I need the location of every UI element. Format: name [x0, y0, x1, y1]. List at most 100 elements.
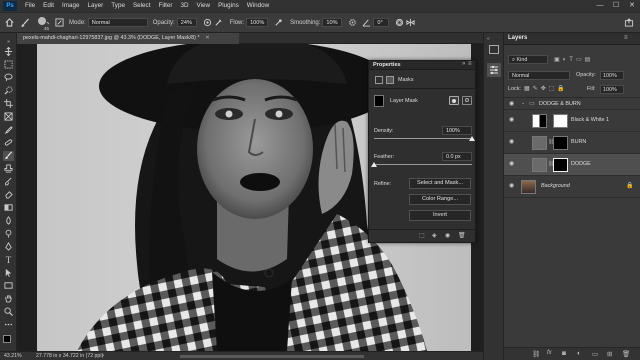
fill-input[interactable]: 100% [600, 85, 624, 94]
layer-row-selected[interactable]: ◉ ⛓ DODGE [504, 154, 640, 176]
zoom-level[interactable]: 43.21% [4, 352, 22, 360]
load-selection-icon[interactable]: ⬚ [419, 232, 425, 239]
menu-select[interactable]: Select [129, 0, 155, 12]
invert-button[interactable]: Invert [409, 210, 471, 221]
opacity-input[interactable]: 24% [176, 18, 197, 27]
layer-row[interactable]: ◉ Black & White 1 [504, 110, 640, 132]
layers-tab[interactable]: Layers [508, 35, 527, 41]
crop-tool-icon[interactable] [3, 99, 14, 109]
path-selection-tool-icon[interactable] [3, 268, 14, 278]
feather-slider-track[interactable] [374, 164, 472, 165]
expand-panels-icon[interactable]: « [487, 36, 490, 42]
menu-image[interactable]: Image [58, 0, 84, 12]
status-menu-icon[interactable]: › [102, 352, 104, 360]
menu-3d[interactable]: 3D [176, 0, 192, 12]
menu-plugins[interactable]: Plugins [214, 0, 243, 12]
frame-tool-icon[interactable] [3, 112, 14, 122]
lasso-tool-icon[interactable] [3, 73, 14, 83]
brush-angle[interactable]: 0° [362, 18, 390, 27]
clone-stamp-tool-icon[interactable] [3, 164, 14, 174]
mode-select[interactable]: Normal [87, 18, 148, 27]
rectangle-tool-icon[interactable] [3, 281, 14, 291]
horizontal-scrollbar[interactable] [180, 355, 364, 358]
link-layers-icon[interactable]: ⛓ [532, 350, 540, 358]
layer-group-row[interactable]: ◉ ⌄ ▭ DODGE & BURN [504, 98, 640, 110]
visibility-eye-icon[interactable]: ◉ [509, 183, 517, 189]
menu-file[interactable]: File [21, 0, 39, 12]
density-slider-thumb[interactable] [469, 136, 475, 141]
flow-input[interactable]: 100% [246, 18, 269, 27]
blur-tool-icon[interactable] [3, 216, 14, 226]
layer-row[interactable]: ◉ Background 🔒 [504, 176, 640, 198]
minimize-button[interactable]: — [592, 0, 608, 12]
layer-mask-thumbnail[interactable] [374, 95, 384, 107]
menu-view[interactable]: View [193, 0, 215, 12]
delete-mask-icon[interactable]: 🗑 [458, 232, 466, 239]
close-button[interactable]: ✕ [624, 0, 640, 12]
add-vector-mask-icon[interactable] [462, 96, 472, 105]
layer-row[interactable]: ◉ ⛓ BURN [504, 132, 640, 154]
pressure-opacity-icon[interactable] [202, 17, 213, 28]
fx-icon[interactable]: fx [547, 350, 552, 356]
airbrush-icon[interactable] [213, 17, 224, 28]
visibility-eye-icon[interactable]: ◉ [509, 101, 517, 107]
panel-menu-icon[interactable]: ≡ [468, 61, 472, 67]
lock-icons[interactable]: ▦✎✥⬚🔒 [524, 85, 568, 92]
visibility-eye-icon[interactable]: ◉ [509, 139, 517, 145]
apply-mask-icon[interactable]: ◈ [432, 232, 437, 239]
brush-settings-icon[interactable] [54, 17, 65, 28]
symmetry-icon[interactable] [405, 17, 416, 28]
zoom-tool-icon[interactable] [3, 307, 14, 317]
menu-edit[interactable]: Edit [39, 0, 58, 12]
visibility-eye-icon[interactable]: ◉ [509, 161, 517, 167]
healing-brush-tool-icon[interactable] [3, 138, 14, 148]
smoothing-input[interactable]: 10% [322, 18, 343, 27]
filter-kind-select[interactable]: ⌕ Kind [508, 55, 548, 64]
new-layer-icon[interactable]: ⊞ [607, 350, 612, 358]
close-tab-icon[interactable]: ✕ [205, 35, 210, 41]
menu-layer[interactable]: Layer [84, 0, 108, 12]
menu-filter[interactable]: Filter [154, 0, 176, 12]
home-icon[interactable] [4, 17, 15, 28]
eyedropper-tool-icon[interactable] [3, 125, 14, 135]
hand-tool-icon[interactable] [3, 294, 14, 304]
new-group-icon[interactable]: ▭ [592, 350, 598, 358]
add-pixel-mask-icon[interactable] [449, 96, 459, 105]
chevron-down-icon[interactable]: ⌄ [521, 100, 525, 106]
airbrush-toggle-icon[interactable] [273, 17, 284, 28]
history-panel-icon[interactable] [489, 45, 499, 54]
brush-tool-active-icon[interactable] [3, 151, 14, 161]
panel-menu-icon[interactable]: ≡ [624, 35, 628, 41]
smoothing-options-gear-icon[interactable] [347, 17, 358, 28]
brush-tool-icon[interactable] [19, 17, 30, 28]
brush-preset-picker[interactable]: 45 [36, 15, 50, 31]
quick-selection-tool-icon[interactable] [3, 86, 14, 96]
visibility-eye-icon[interactable]: ◉ [509, 117, 517, 123]
density-input[interactable]: 100% [442, 126, 472, 135]
feather-slider-thumb[interactable] [371, 162, 377, 167]
history-brush-tool-icon[interactable] [3, 177, 14, 187]
document-tab[interactable]: pexels-mahdi-chaghari-12975837.jpg @ 43.… [17, 33, 239, 44]
select-and-mask-button[interactable]: Select and Mask... [409, 178, 471, 189]
blend-mode-select[interactable]: Normal [508, 71, 570, 80]
collapse-panel-icon[interactable]: » [462, 61, 465, 67]
maximize-button[interactable]: ☐ [608, 0, 624, 12]
gradient-tool-icon[interactable] [3, 203, 14, 213]
pen-tool-icon[interactable] [3, 242, 14, 252]
menu-type[interactable]: Type [107, 0, 129, 12]
add-mask-icon[interactable]: ◙ [562, 350, 566, 357]
menu-window[interactable]: Window [243, 0, 273, 12]
share-icon[interactable] [623, 17, 634, 28]
foreground-color-swatch[interactable] [3, 335, 11, 343]
angle-input[interactable]: 0° [373, 18, 390, 27]
type-tool-icon[interactable]: T [3, 255, 14, 265]
vector-mask-icon[interactable] [386, 76, 394, 84]
dodge-tool-icon[interactable] [3, 229, 14, 239]
pixel-mask-icon[interactable] [375, 76, 383, 84]
layer-filter-icons[interactable]: ▣◐T▭▤ [554, 56, 593, 63]
properties-panel-icon[interactable] [487, 63, 501, 77]
density-slider-track[interactable] [374, 138, 472, 139]
layer-opacity-input[interactable]: 100% [600, 71, 624, 80]
feather-input[interactable]: 0.0 px [442, 152, 472, 161]
delete-layer-icon[interactable]: 🗑 [622, 350, 630, 358]
